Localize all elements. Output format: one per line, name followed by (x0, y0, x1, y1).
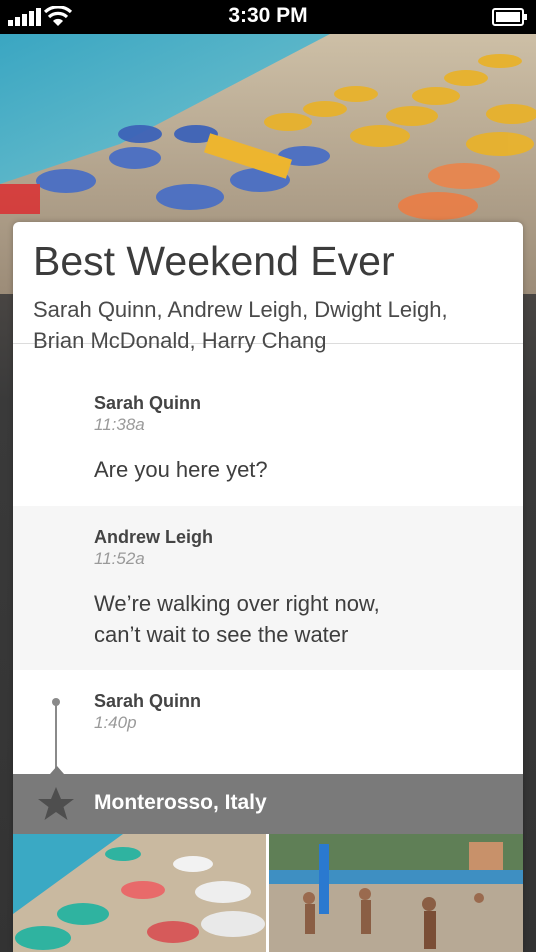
message-text: Are you here yet? (94, 457, 268, 482)
timeline-line (55, 702, 57, 774)
photo-thumbnail[interactable] (13, 834, 266, 952)
star-icon (38, 787, 74, 820)
location-checkin-bar[interactable]: Monterosso, Italy (13, 766, 523, 834)
message-text-line: We’re walking over right now, (94, 591, 380, 616)
message-sender: Andrew Leigh (94, 527, 214, 547)
message-time: 11:52a (94, 549, 145, 568)
event-card: Best Weekend Ever Sarah Quinn, Andrew Le… (13, 222, 523, 952)
participant-list: Sarah Quinn, Andrew Leigh, Dwight Leigh,… (33, 297, 448, 353)
photo-gallery (13, 834, 523, 952)
message-sender: Sarah Quinn (94, 393, 202, 413)
message-time: 1:40p (94, 713, 137, 732)
message-item[interactable]: Andrew Leigh 11:52a We’re walking over r… (13, 506, 523, 670)
message-text: We’re walking over right now, can’t wait… (94, 588, 523, 650)
event-title: Best Weekend Ever (33, 238, 395, 284)
message-item[interactable]: Sarah Quinn 11:38a Are you here yet? (13, 372, 523, 506)
message-time: 11:38a (94, 415, 145, 434)
timeline-dot (52, 698, 60, 706)
message-sender: Sarah Quinn (94, 691, 202, 711)
event-header: Best Weekend Ever Sarah Quinn, Andrew Le… (13, 222, 523, 353)
status-bar: 3:30 PM (0, 0, 536, 34)
location-label: Monterosso, Italy (94, 791, 267, 814)
status-time: 3:30 PM (228, 4, 308, 27)
location-pointer (50, 766, 64, 774)
battery-icon (492, 8, 527, 26)
message-text-line: can’t wait to see the water (94, 622, 349, 647)
message-item[interactable]: Sarah Quinn 1:40p (13, 670, 523, 774)
photo-thumbnail[interactable] (269, 834, 523, 952)
